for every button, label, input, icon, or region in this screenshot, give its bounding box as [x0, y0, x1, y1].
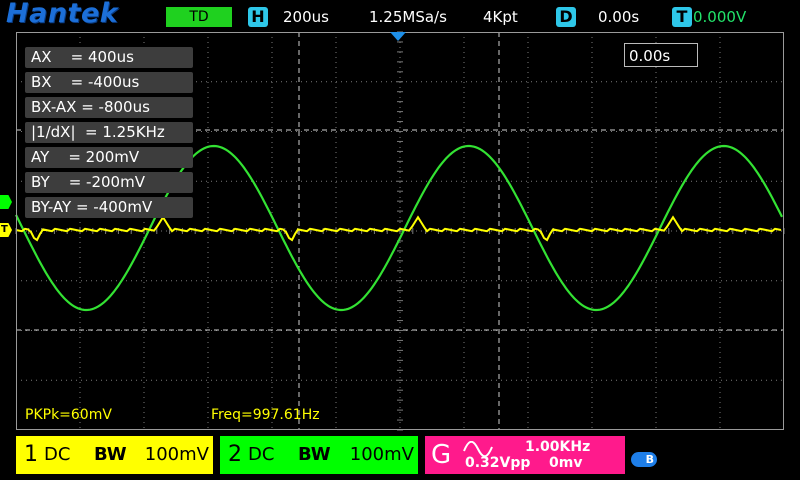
ch1-bandwidth-limit: BW [94, 444, 127, 465]
cursor-freq-readout: |1/dX| = 1.25KHz [25, 122, 193, 143]
generator-amplitude: 0.32Vpp [465, 455, 531, 471]
cursor-ay-readout: AY = 200mV [25, 147, 193, 168]
ch1-coupling: DC [44, 444, 71, 465]
ch2-settings[interactable]: 2 DC BW 100mV [220, 436, 418, 474]
ch2-bandwidth-limit: BW [298, 444, 331, 465]
cursor-dx-readout: BX-AX = -800us [25, 97, 193, 118]
ch2-scale: 100mV [349, 444, 414, 465]
signal-generator-settings[interactable]: G 1.00KHz 0.32Vpp 0mv [425, 436, 625, 474]
cursor-bx-readout: BX = -400us [25, 72, 193, 93]
generator-label: G [431, 440, 452, 470]
ch1-number: 1 [24, 442, 38, 467]
bluetooth-icon: B [631, 452, 657, 467]
generator-frequency: 1.00KHz [525, 439, 591, 455]
cursor-dy-readout: BY-AY = -400mV [25, 197, 193, 218]
ch1-scale: 100mV [144, 444, 209, 465]
generator-offset: 0mv [549, 455, 583, 471]
trigger-position-marker[interactable] [390, 32, 406, 41]
cursor-by-readout: BY = -200mV [25, 172, 193, 193]
ch2-coupling: DC [248, 444, 275, 465]
delay-readout: 0.00s [624, 43, 698, 67]
ch2-number: 2 [228, 442, 242, 467]
pkpk-measurement: PKPk=60mV [25, 407, 112, 423]
ch1-settings[interactable]: 1 DC BW 100mV [16, 436, 213, 474]
freq-measurement: Freq=997.61Hz [211, 407, 320, 423]
cursor-ax-readout: AX = 400us [25, 47, 193, 68]
